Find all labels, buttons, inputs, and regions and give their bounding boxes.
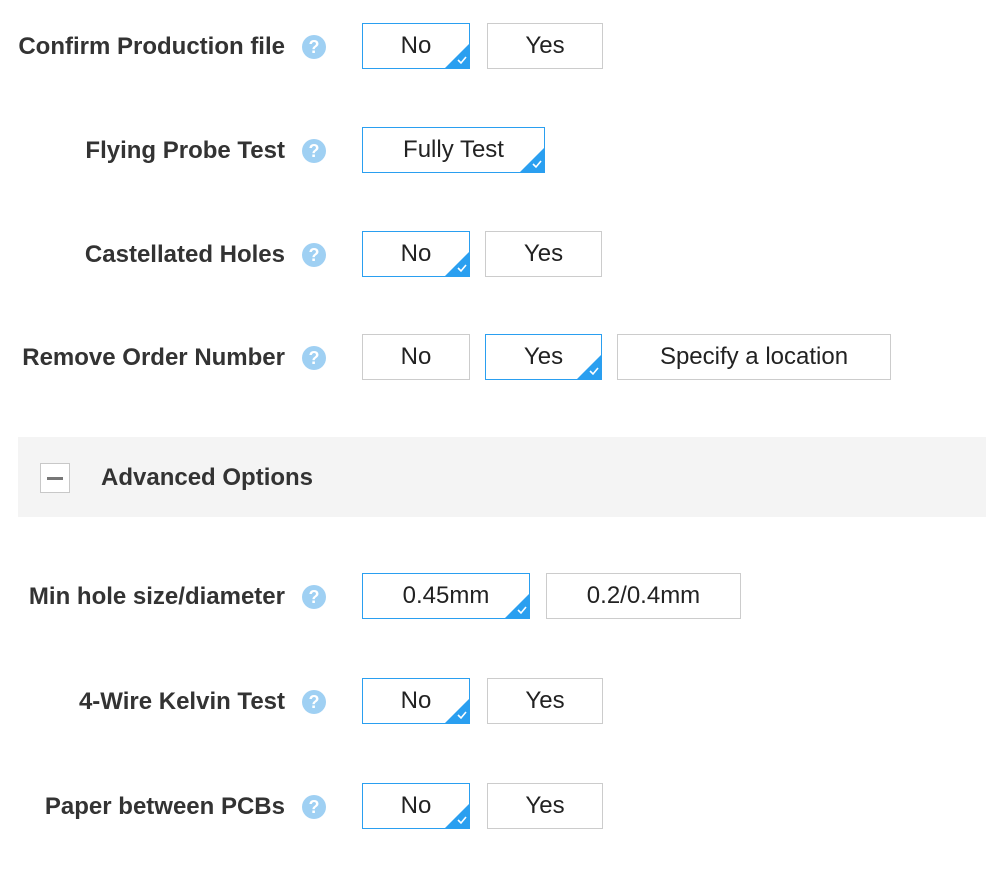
option-label: Yes	[525, 792, 565, 819]
option-label: Yes	[523, 240, 564, 267]
help-icon[interactable]: ?	[302, 690, 326, 714]
check-icon	[517, 606, 527, 615]
option-label: Yes	[523, 343, 564, 370]
castellated-holes-label: Castellated Holes	[84, 241, 285, 268]
option-label: No	[400, 343, 432, 370]
help-icon[interactable]: ?	[302, 243, 326, 267]
help-icon[interactable]: ?	[302, 795, 326, 819]
paper-between-pcbs-no-option[interactable]: No	[362, 783, 470, 829]
option-label: 0.45mm	[402, 582, 490, 609]
row-remove-order-number: Remove Order Number ? No Yes Specify a l…	[0, 333, 986, 383]
help-icon[interactable]: ?	[302, 35, 326, 59]
option-label: Fully Test	[403, 136, 504, 163]
kelvin-test-no-option[interactable]: No	[362, 678, 470, 724]
remove-order-number-label: Remove Order Number	[22, 344, 285, 371]
row-flying-probe-test: Flying Probe Test ? Fully Test	[0, 126, 986, 176]
check-icon	[457, 56, 467, 65]
kelvin-test-yes-option[interactable]: Yes	[487, 678, 603, 724]
row-min-hole-size: Min hole size/diameter ? 0.45mm 0.2/0.4m…	[0, 572, 986, 622]
min-hole-045mm-option[interactable]: 0.45mm	[362, 573, 530, 619]
option-label: No	[400, 687, 432, 714]
option-label: No	[400, 32, 432, 59]
confirm-production-file-yes-option[interactable]: Yes	[487, 23, 603, 69]
castellated-holes-no-option[interactable]: No	[362, 231, 470, 277]
check-icon	[457, 711, 467, 720]
option-label: Yes	[525, 32, 565, 59]
flying-probe-fully-test-option[interactable]: Fully Test	[362, 127, 545, 173]
option-label: No	[400, 792, 432, 819]
option-label: Yes	[525, 687, 565, 714]
help-icon[interactable]: ?	[302, 139, 326, 163]
check-icon	[457, 816, 467, 825]
minus-bar	[47, 477, 63, 480]
option-label: 0.2/0.4mm	[586, 582, 701, 609]
remove-order-number-yes-option[interactable]: Yes	[485, 334, 602, 380]
check-icon	[532, 160, 542, 169]
check-icon	[457, 264, 467, 273]
specify-location-option[interactable]: Specify a location	[617, 334, 891, 380]
castellated-holes-yes-option[interactable]: Yes	[485, 231, 602, 277]
advanced-options-label: Advanced Options	[101, 464, 314, 491]
paper-between-pcbs-label: Paper between PCBs	[44, 793, 285, 820]
help-icon[interactable]: ?	[302, 346, 326, 370]
min-hole-02-04mm-option[interactable]: 0.2/0.4mm	[546, 573, 741, 619]
minus-icon[interactable]	[40, 463, 70, 493]
remove-order-number-no-option[interactable]: No	[362, 334, 470, 380]
row-4-wire-kelvin-test: 4-Wire Kelvin Test ? No Yes	[0, 677, 986, 727]
help-icon[interactable]: ?	[302, 585, 326, 609]
min-hole-size-label: Min hole size/diameter	[28, 583, 285, 610]
check-icon	[589, 367, 599, 376]
row-castellated-holes: Castellated Holes ? No Yes	[0, 230, 986, 280]
advanced-options-header[interactable]: Advanced Options	[18, 437, 986, 517]
row-paper-between-pcbs: Paper between PCBs ? No Yes	[0, 782, 986, 832]
confirm-production-file-label: Confirm Production file	[18, 33, 285, 60]
paper-between-pcbs-yes-option[interactable]: Yes	[487, 783, 603, 829]
confirm-production-file-no-option[interactable]: No	[362, 23, 470, 69]
option-label: No	[400, 240, 432, 267]
4-wire-kelvin-test-label: 4-Wire Kelvin Test	[78, 688, 285, 715]
option-label: Specify a location	[659, 343, 849, 370]
flying-probe-test-label: Flying Probe Test	[85, 137, 285, 164]
row-confirm-production-file: Confirm Production file ? No Yes	[0, 22, 986, 72]
